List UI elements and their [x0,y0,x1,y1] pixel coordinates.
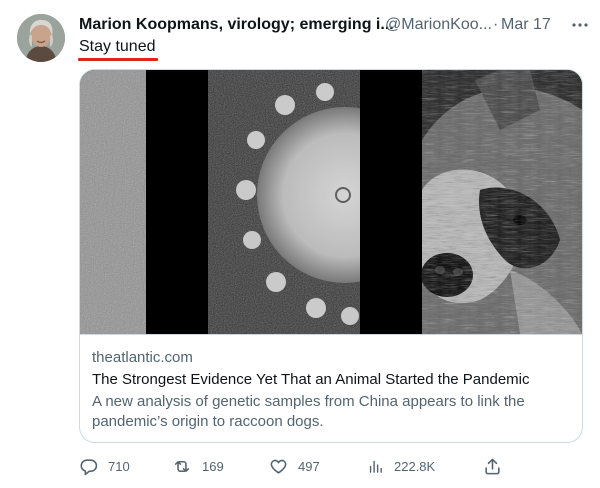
heart-icon [269,457,288,476]
more-dots-icon[interactable] [569,14,591,36]
tweet-date[interactable]: Mar 17 [501,14,551,36]
like-count: 497 [298,458,320,474]
link-card[interactable]: theatlantic.com The Strongest Evidence Y… [79,69,583,443]
tweet[interactable]: Marion Koopmans, virology; emerging i...… [0,0,600,488]
retweet-count: 169 [202,458,224,474]
action-bar: 710 169 497 222.8K [79,454,589,478]
like-button[interactable]: 497 [269,454,320,478]
card-title: The Strongest Evidence Yet That an Anima… [92,371,530,388]
views-bar-chart-icon [367,457,384,476]
tweet-header: Marion Koopmans, virology; emerging i...… [79,14,589,36]
retweet-button[interactable]: 169 [172,454,224,478]
author-handle[interactable]: @MarionKoo... [385,14,492,36]
author-name[interactable]: Marion Koopmans, virology; emerging i... [79,14,394,36]
share-button[interactable] [483,454,502,478]
tweet-text: Stay tuned [79,38,156,55]
share-upload-icon [483,457,502,476]
views-count: 222.8K [394,458,436,474]
reply-bubble-icon [79,457,98,476]
reply-button[interactable]: 710 [79,454,130,478]
card-description: A new analysis of genetic samples from C… [92,393,525,430]
card-image[interactable] [80,70,582,334]
header-separator: · [493,16,499,33]
retweet-arrows-icon [172,457,192,476]
card-domain: theatlantic.com [92,349,193,366]
annotation-underline [78,58,158,61]
views-button[interactable]: 222.8K [367,454,435,478]
avatar[interactable] [17,14,65,62]
card-body[interactable]: theatlantic.com The Strongest Evidence Y… [80,334,582,442]
reply-count: 710 [108,458,130,474]
